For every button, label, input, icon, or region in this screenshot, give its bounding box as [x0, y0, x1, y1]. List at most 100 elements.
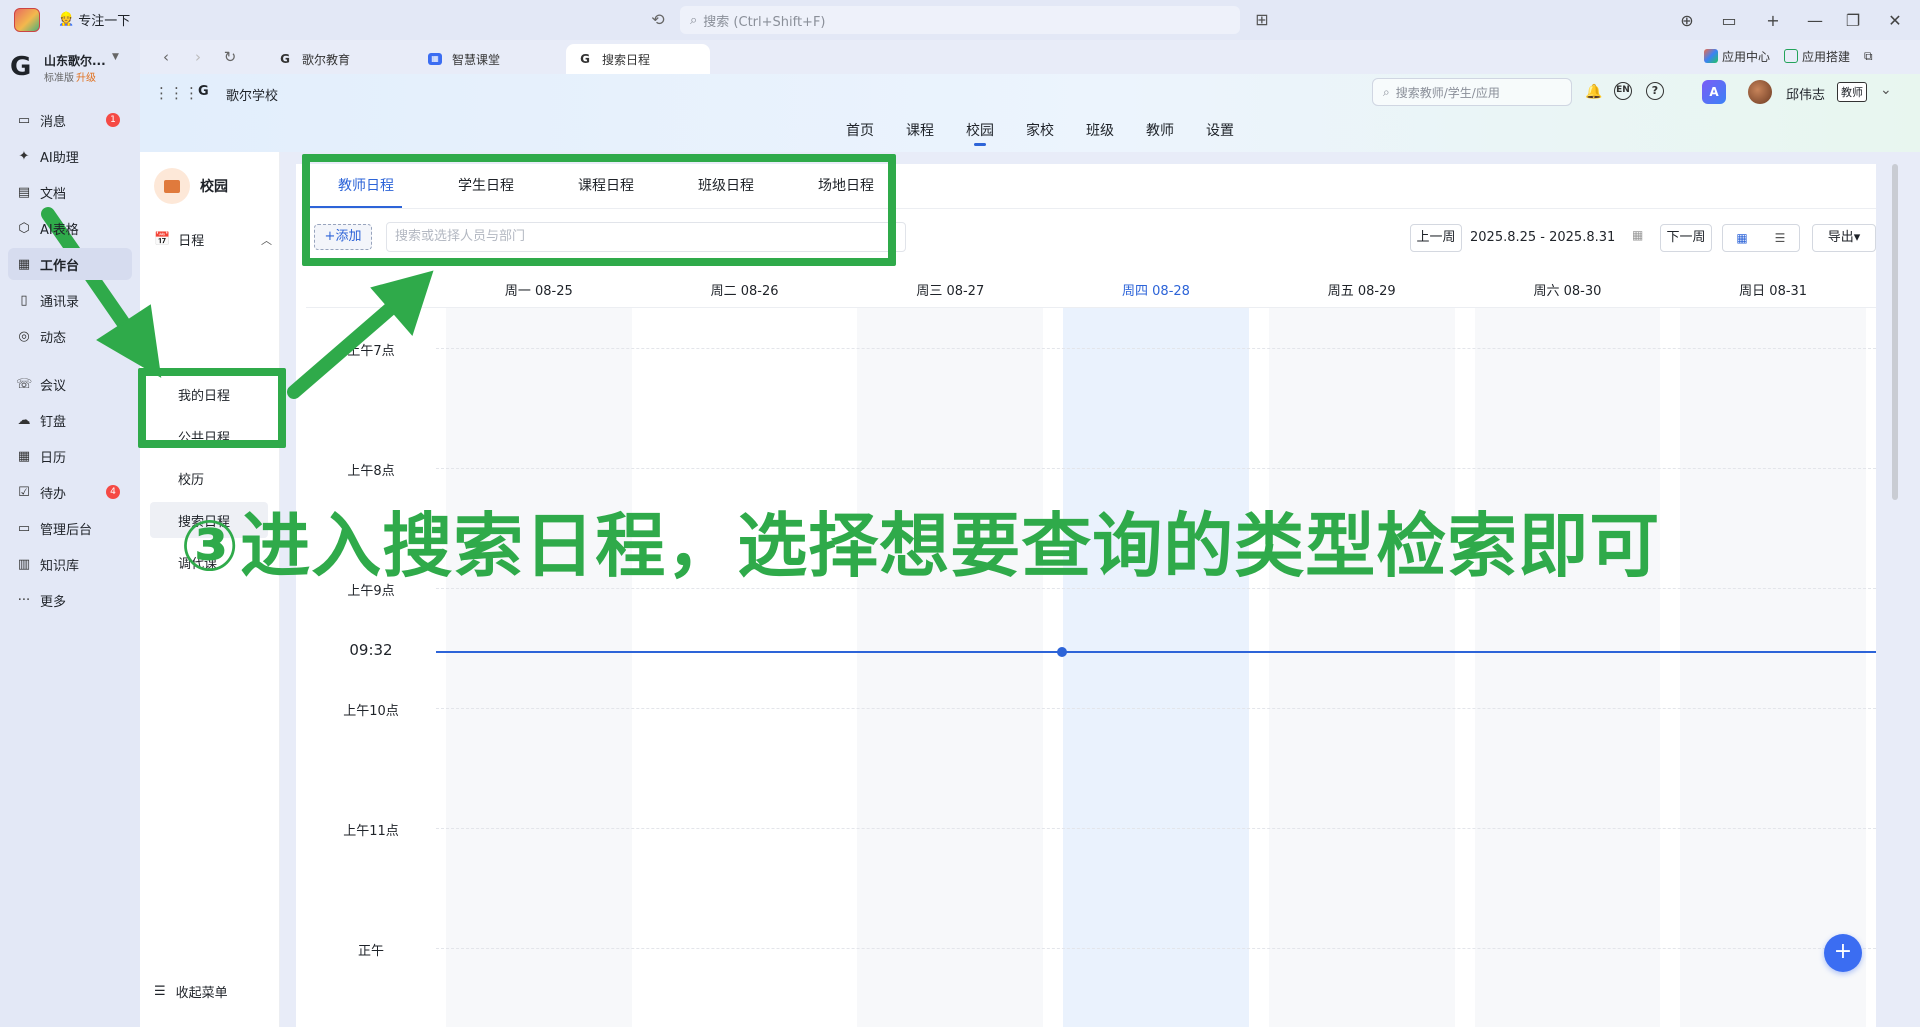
nav-item-4[interactable]: ▦ 工作台 — [8, 248, 132, 280]
collapse-menu-button[interactable]: ☰ 收起菜单 — [154, 982, 228, 1001]
menu-item-2[interactable]: 校园 — [950, 120, 1010, 146]
app-center-link[interactable]: 应用中心 — [1704, 48, 1770, 65]
day-column[interactable] — [651, 308, 838, 1027]
nav-item-3[interactable]: ⬡ AI表格 — [8, 212, 132, 244]
menu-item-1[interactable]: 课程 — [890, 120, 950, 146]
nav-item-0[interactable]: ▭ 消息 1 — [8, 104, 132, 136]
menu-item-6[interactable]: 设置 — [1190, 120, 1250, 146]
avatar[interactable] — [1748, 80, 1772, 104]
browser-tab-bar — [140, 40, 1920, 74]
tab-goertek-edu[interactable]: G 歌尔教育 — [266, 44, 406, 74]
history-icon[interactable]: ⟲ — [648, 10, 668, 30]
campus-title: 校园 — [200, 179, 228, 195]
bell-icon[interactable]: 🔔 — [1584, 82, 1604, 102]
feed-icon: ◎ — [18, 328, 30, 344]
tab-search-schedule[interactable]: G 搜索日程 — [566, 44, 710, 74]
refresh-icon[interactable]: ↻ — [220, 48, 240, 68]
app-logo-icon[interactable] — [14, 8, 40, 32]
day-header: 周五 08-29 — [1327, 284, 1396, 299]
screen-share-button[interactable]: ▭ — [1712, 6, 1746, 34]
scrollbar[interactable] — [1892, 164, 1898, 500]
calendar-view-icon[interactable]: ▦ — [1723, 225, 1761, 251]
collapse-menu-label: 收起菜单 — [175, 986, 228, 1001]
minimize-button[interactable]: — — [1798, 6, 1832, 34]
nav-item-12[interactable]: ▥ 知识库 — [8, 548, 132, 580]
export-button[interactable]: 导出▾ — [1812, 224, 1876, 252]
week-calendar: 周一 08-25 周二 08-26 周三 08-27 周四 08-28 周五 08-29… — [306, 268, 1876, 1027]
nav-item-10[interactable]: ☑ 待办 4 — [8, 476, 132, 508]
calendar-icon: ▦ — [17, 448, 31, 464]
list-view-icon[interactable]: ☰ — [1761, 225, 1799, 251]
app-build-icon — [1784, 49, 1799, 63]
menu-item-3[interactable]: 家校 — [1010, 120, 1070, 146]
nav-item-label: 管理后台 — [40, 522, 93, 538]
day-column[interactable] — [1063, 308, 1249, 1027]
chat-icon: ▭ — [17, 112, 31, 128]
chevron-down-icon[interactable]: ⌄ — [1880, 82, 1892, 98]
unread-badge: 4 — [106, 485, 120, 499]
nav-item-2[interactable]: ▤ 文档 — [8, 176, 132, 208]
school-name[interactable]: 歌尔学校 — [226, 85, 278, 104]
nav-item-9[interactable]: ▦ 日历 — [8, 440, 132, 472]
scan-icon[interactable]: ⊞ — [1252, 10, 1272, 30]
menu-item-0[interactable]: 首页 — [830, 120, 890, 146]
day-header: 周二 08-26 — [710, 284, 779, 299]
forward-icon[interactable]: › — [188, 48, 208, 68]
restore-button[interactable]: ❐ — [1836, 6, 1870, 34]
ai-wand-button[interactable]: ⊕ — [1670, 6, 1704, 34]
back-icon[interactable]: ‹ — [156, 48, 176, 68]
nav-item-label: 文档 — [40, 186, 67, 202]
user-name[interactable]: 邱伟志 — [1786, 84, 1825, 103]
menu-collapse-icon: ☰ — [154, 984, 166, 999]
app-search-input[interactable]: ⌕ 搜索教师/学生/应用 — [1372, 78, 1572, 106]
todo-icon: ☑ — [18, 484, 30, 500]
prev-week-button[interactable]: 上一周 — [1410, 224, 1462, 252]
nav-item-6[interactable]: ◎ 动态 — [8, 320, 132, 352]
schedule-group[interactable]: 📅 日程 ︿ — [154, 230, 272, 249]
nav-item-label: 消息 — [40, 114, 67, 130]
nav-item-5[interactable]: ▯ 通讯录 — [8, 284, 132, 316]
nav-item-7[interactable]: ☏ 会议 — [8, 368, 132, 400]
app-grid-icon[interactable]: ⋮⋮⋮ — [154, 84, 199, 102]
tab-smart-class[interactable]: ▦ 智慧课堂 — [416, 44, 556, 74]
hour-label: 上午11点 — [343, 824, 399, 839]
org-name: 山东歌尔... — [44, 54, 106, 68]
help-icon[interactable]: ? — [1646, 82, 1664, 100]
focus-mode-button[interactable]: 👷 专注一下 — [58, 10, 130, 29]
org-plan: 标准版 升级 — [44, 69, 96, 84]
day-column[interactable] — [1268, 308, 1455, 1027]
nav-item-1[interactable]: ✦ AI助理 — [8, 140, 132, 172]
language-icon[interactable]: EN — [1614, 82, 1632, 100]
close-button[interactable]: ✕ — [1878, 6, 1912, 34]
annotation-caption: ③进入搜索日程，选择想要查询的类型检索即可 — [180, 505, 1661, 587]
nav-item-label: 知识库 — [40, 558, 80, 574]
org-switcher[interactable]: G 山东歌尔... 标准版 升级 ▼ — [10, 52, 135, 88]
day-column[interactable] — [446, 308, 632, 1027]
schedule-group-label: 日程 — [178, 234, 205, 249]
app-build-link[interactable]: 应用搭建 — [1784, 48, 1850, 65]
day-column[interactable] — [1680, 308, 1866, 1027]
new-window-button[interactable]: + — [1756, 6, 1790, 34]
nav-item-8[interactable]: ☁ 钉盘 — [8, 404, 132, 436]
day-column[interactable] — [857, 308, 1044, 1027]
nav-item-label: 更多 — [40, 594, 67, 610]
nav-item-11[interactable]: ▭ 管理后台 — [8, 512, 132, 544]
day-column[interactable] — [1474, 308, 1661, 1027]
brand-app-icon[interactable]: A — [1702, 80, 1726, 104]
more-icon: ··· — [17, 592, 31, 608]
next-week-button[interactable]: 下一周 — [1660, 224, 1712, 252]
focus-icon: 👷 — [58, 12, 75, 27]
menu-item-4[interactable]: 班级 — [1070, 120, 1130, 146]
upgrade-link[interactable]: 升级 — [76, 73, 96, 84]
menu-item-5[interactable]: 教师 — [1130, 120, 1190, 146]
search-placeholder: 搜索 (Ctrl+Shift+F) — [703, 14, 826, 30]
calendar-picker-icon[interactable]: ▦ — [1632, 228, 1643, 242]
app-build-label: 应用搭建 — [1802, 50, 1851, 64]
schedule-main: 教师日程 学生日程 课程日程 班级日程 场地日程 +添加 搜索或选择人员与部门 上一周 … — [296, 164, 1876, 1027]
external-window-icon[interactable]: ⧉ — [1864, 49, 1873, 64]
add-schedule-button[interactable]: + — [1824, 934, 1862, 972]
tab-label: 搜索日程 — [602, 52, 651, 67]
global-search-input[interactable]: ⌕ 搜索 (Ctrl+Shift+F) — [680, 6, 1240, 34]
nav-item-13[interactable]: ··· 更多 — [8, 584, 132, 616]
caret-down-icon: ▼ — [112, 52, 119, 62]
